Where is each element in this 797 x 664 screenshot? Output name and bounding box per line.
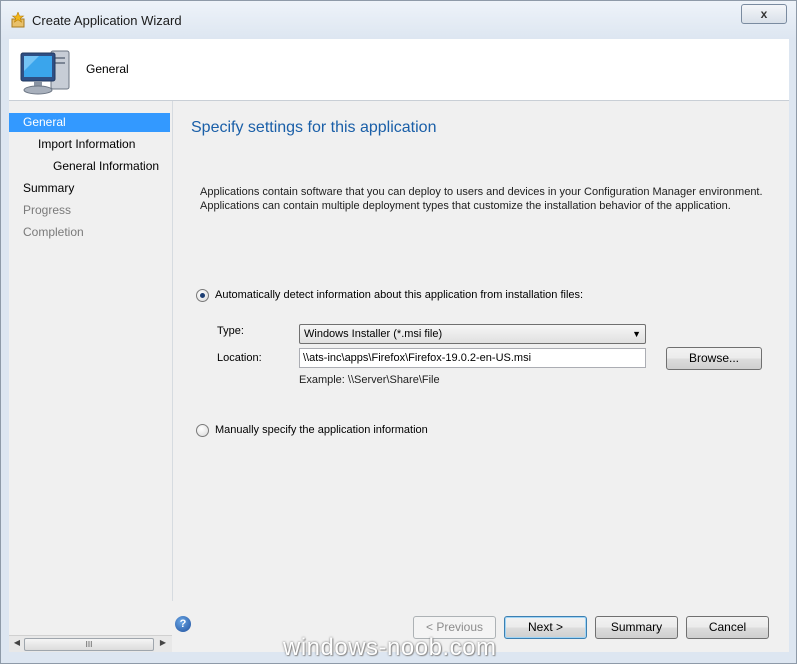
window-title: Create Application Wizard (32, 13, 182, 28)
description: Applications contain software that you c… (200, 185, 780, 213)
computer-monitor-icon (20, 50, 70, 95)
wizard-window: Create Application Wizard x General Gene… (0, 0, 797, 664)
description-line-1: Applications contain software that you c… (200, 186, 763, 198)
location-label: Location: (217, 352, 262, 364)
type-select[interactable]: Windows Installer (*.msi file) ▼ (299, 324, 646, 344)
chevron-down-icon: ▼ (632, 329, 641, 339)
nav-item-import-information[interactable]: Import Information (9, 135, 170, 154)
cancel-button[interactable]: Cancel (686, 616, 769, 639)
nav-item-label: Summary (23, 181, 75, 195)
wizard-header: General (9, 39, 789, 101)
nav-item-label: Import Information (38, 137, 136, 151)
location-input[interactable] (299, 348, 646, 368)
nav-item-label: General Information (53, 159, 160, 173)
close-button[interactable]: x (741, 4, 787, 24)
manual-specify-label[interactable]: Manually specify the application informa… (215, 424, 428, 436)
close-icon: x (760, 7, 768, 21)
window-frame-left (1, 39, 9, 652)
watermark-text: windows-noob.com (283, 634, 497, 661)
browse-button[interactable]: Browse... (666, 347, 762, 370)
page-heading: Specify settings for this application (191, 119, 437, 136)
window-frame-right (789, 39, 796, 652)
nav-horizontal-scrollbar[interactable]: ◀ III ▶ (9, 635, 172, 652)
scroll-right-arrow-icon[interactable]: ▶ (157, 638, 169, 647)
wizard-nav: General Import Information General Infor… (9, 101, 172, 652)
wizard-content: Specify settings for this application Ap… (172, 101, 789, 601)
nav-item-label: Completion (23, 225, 84, 239)
nav-item-summary[interactable]: Summary (9, 179, 170, 198)
auto-detect-label[interactable]: Automatically detect information about t… (215, 289, 583, 301)
type-select-value: Windows Installer (*.msi file) (304, 328, 443, 340)
manual-specify-radio[interactable] (196, 424, 209, 437)
nav-item-label: Progress (23, 203, 72, 217)
wizard-star-icon (11, 12, 25, 28)
nav-item-label: General (23, 115, 66, 129)
header-title: General (86, 62, 129, 76)
help-icon[interactable]: ? (175, 616, 191, 632)
nav-item-general-information[interactable]: General Information (9, 157, 170, 176)
nav-item-progress: Progress (9, 201, 170, 220)
scroll-thumb[interactable]: III (24, 638, 154, 651)
scroll-grip: III (85, 640, 93, 649)
summary-button[interactable]: Summary (595, 616, 678, 639)
auto-detect-radio[interactable] (196, 289, 209, 302)
title-bar: Create Application Wizard x (1, 1, 796, 39)
location-example: Example: \\Server\Share\File (299, 374, 440, 386)
next-button[interactable]: Next > (504, 616, 587, 639)
scroll-left-arrow-icon[interactable]: ◀ (11, 638, 23, 647)
nav-item-completion: Completion (9, 223, 170, 242)
type-label: Type: (217, 325, 244, 337)
nav-item-general[interactable]: General (9, 113, 170, 132)
description-line-2: Applications can contain multiple deploy… (200, 200, 731, 212)
